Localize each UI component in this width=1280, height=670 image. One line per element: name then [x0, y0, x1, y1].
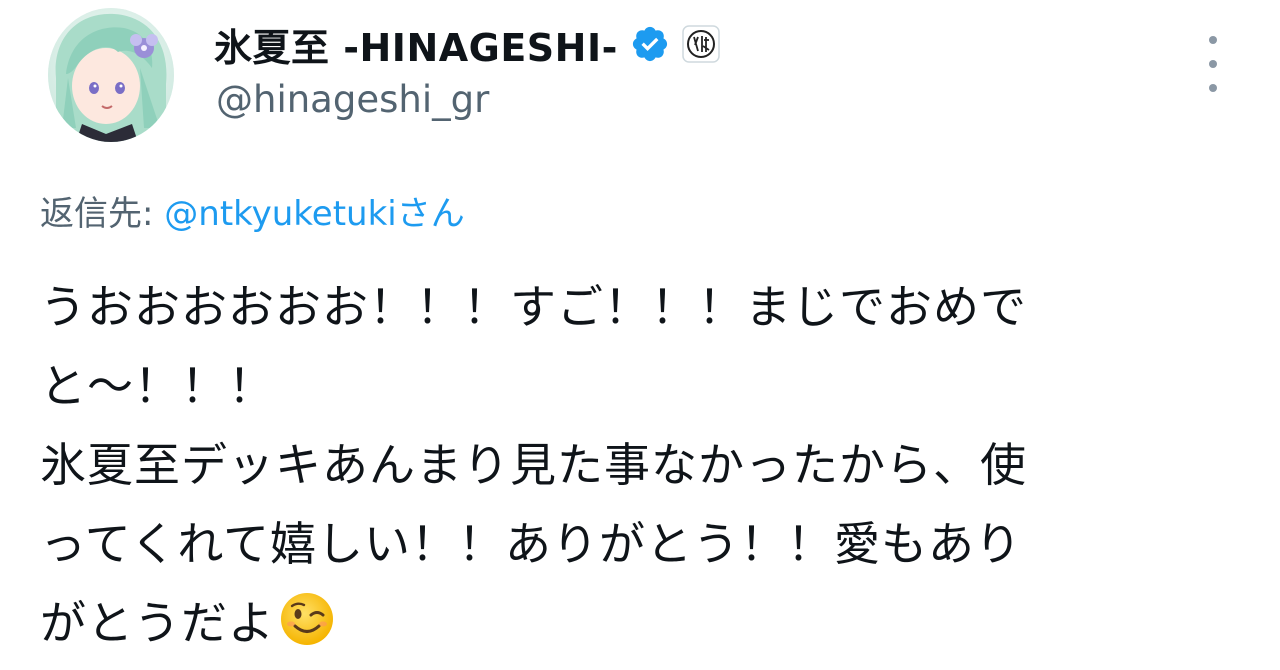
- reply-to-line: 返信先: @ntkyuketukiさん: [40, 186, 465, 235]
- more-dot: [1209, 36, 1217, 44]
- tweet-line: と〜！！！: [40, 359, 275, 413]
- more-dot: [1209, 84, 1217, 92]
- tweet-line: 氷夏至デッキあんまり見た事なかったから、使: [40, 438, 1027, 492]
- more-vertical-icon[interactable]: [1196, 36, 1230, 92]
- author-name-row: 氷夏至 -HINAGESHI-: [214, 14, 720, 74]
- tweet-line: ってくれて嬉しい！！ありがとう！！愛もあり: [40, 517, 1022, 571]
- tweet-line: うおおおおおお！！！すご！！！まじでおめで: [40, 280, 1027, 334]
- reply-mention-link[interactable]: @ntkyuketukiさん: [164, 194, 464, 234]
- avatar-image: [48, 8, 174, 142]
- winking-face-icon: [281, 593, 333, 645]
- more-dot: [1209, 60, 1217, 68]
- verified-badge-icon[interactable]: [630, 24, 670, 64]
- author-handle[interactable]: @hinageshi_gr: [216, 78, 489, 121]
- avatar[interactable]: [48, 8, 174, 142]
- tweet-text: うおおおおおお！！！すご！！！まじでおめで と〜！！！ 氷夏至デッキあんまり見た…: [40, 268, 1260, 663]
- tweet-line-last: がとうだよ: [40, 584, 1260, 663]
- reply-prefix: 返信先:: [40, 194, 165, 234]
- tweet-line-text: がとうだよ: [40, 596, 275, 650]
- affiliate-badge-icon[interactable]: [682, 25, 720, 63]
- author-display-name[interactable]: 氷夏至 -HINAGESHI-: [214, 17, 618, 72]
